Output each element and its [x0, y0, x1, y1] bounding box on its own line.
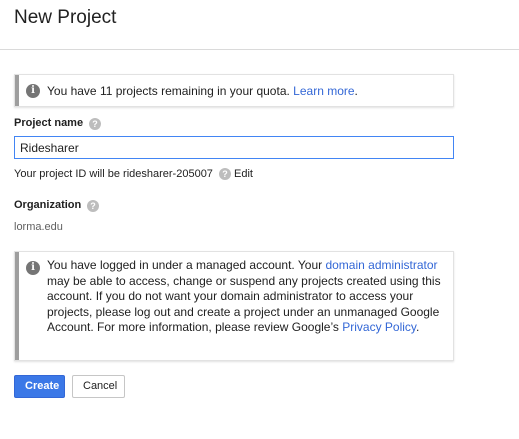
page-title: New Project — [14, 7, 117, 28]
managed-text-3: . — [416, 320, 420, 335]
help-icon[interactable]: ? — [219, 168, 231, 180]
managed-text-1: You have logged in under a managed accou… — [47, 258, 326, 272]
create-button[interactable]: Create — [14, 375, 65, 398]
info-icon: i — [26, 84, 40, 98]
notice-accent-bar — [15, 75, 19, 106]
learn-more-link[interactable]: Learn more — [293, 84, 354, 98]
project-id-text: Your project ID will be ridesharer-20500… — [14, 168, 213, 180]
project-name-label: Project name — [14, 117, 84, 129]
header: New Project — [0, 0, 519, 50]
privacy-policy-link[interactable]: Privacy Policy — [342, 320, 416, 334]
help-icon[interactable]: ? — [87, 200, 99, 212]
managed-notice-text: You have logged in under a managed accou… — [47, 258, 445, 336]
domain-administrator-link[interactable]: domain administrator — [325, 258, 437, 272]
managed-account-notice: i You have logged in under a managed acc… — [14, 251, 454, 361]
organization-value: lorma.edu — [14, 221, 63, 233]
project-name-input[interactable] — [14, 136, 454, 159]
notice-accent-bar — [15, 252, 19, 360]
help-icon[interactable]: ? — [89, 118, 101, 130]
quota-notice-text: You have 11 projects remaining in your q… — [47, 84, 358, 100]
edit-project-id-link[interactable]: Edit — [234, 168, 253, 180]
quota-text-end: . — [354, 84, 358, 98]
organization-label: Organization — [14, 199, 82, 211]
quota-notice: i You have 11 projects remaining in your… — [14, 74, 454, 107]
info-icon: i — [26, 261, 40, 275]
cancel-button[interactable]: Cancel — [72, 375, 125, 398]
quota-text: You have 11 projects remaining in your q… — [47, 84, 294, 98]
new-project-page: New Project i You have 11 projects remai… — [0, 0, 519, 439]
